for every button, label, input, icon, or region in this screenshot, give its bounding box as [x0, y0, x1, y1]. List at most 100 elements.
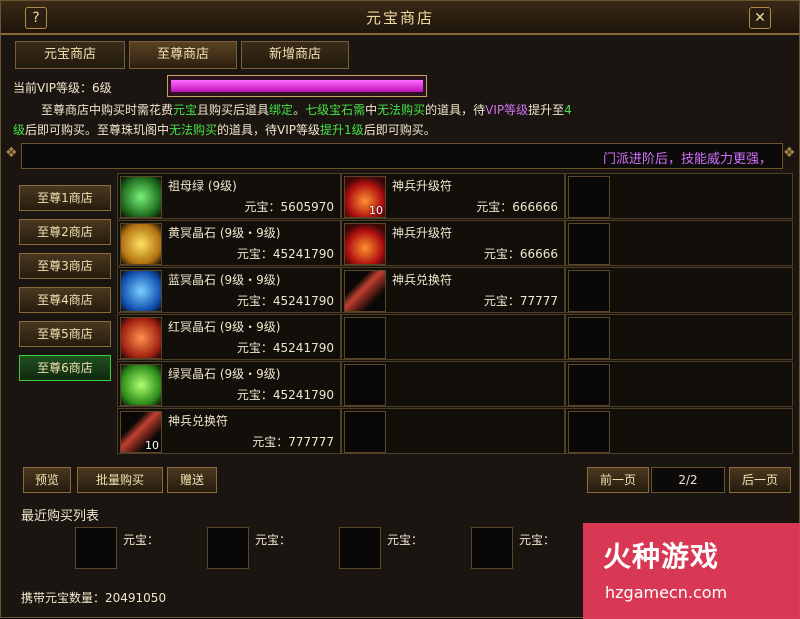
empty-slot: [344, 411, 386, 453]
fire-rune-icon: 10: [344, 176, 386, 218]
sidebar-item-shop-1[interactable]: 至尊1商店: [19, 185, 111, 211]
shop-item[interactable]: 祖母绿 (9级) 元宝：5605970: [117, 173, 341, 219]
item-price: 元宝：45241790: [236, 341, 334, 355]
tab-zhizun-shop[interactable]: 至尊商店: [129, 41, 237, 69]
tab-yuanbao-shop[interactable]: 元宝商店: [15, 41, 125, 69]
sidebar-item-shop-3[interactable]: 至尊3商店: [19, 253, 111, 279]
item-name: 红冥晶石 (9级・9级): [168, 320, 281, 334]
item-name: 神兵兑换符: [392, 273, 453, 287]
watermark-logo-text: 火种游戏: [603, 540, 720, 573]
recent-item-slot[interactable]: [207, 527, 249, 569]
next-page-button[interactable]: 后一页: [729, 467, 791, 493]
shop-item[interactable]: 蓝冥晶石 (9级・9级) 元宝：45241790: [117, 267, 341, 313]
empty-item-slot: [341, 314, 565, 360]
gift-button[interactable]: 赠送: [167, 467, 217, 493]
yellow-crystal-icon: [120, 223, 162, 265]
empty-slot: [344, 317, 386, 359]
sidebar-item-shop-5[interactable]: 至尊5商店: [19, 321, 111, 347]
sidebar-item-shop-6[interactable]: 至尊6商店: [19, 355, 111, 381]
notice-text: 至尊商店中购买时需花费: [41, 103, 174, 117]
empty-slot: [568, 270, 610, 312]
shop-item[interactable]: 10 神兵兑换符 元宝：777777: [117, 408, 341, 454]
green-crystal-icon: [120, 364, 162, 406]
notice-highlight: 级: [13, 123, 26, 137]
carried-yuanbao: 携带元宝数量：20491050: [21, 591, 167, 605]
sidebar-item-shop-4[interactable]: 至尊4商店: [19, 287, 111, 313]
item-grid: 祖母绿 (9级) 元宝：5605970 黄冥晶石 (9级・9级) 元宝：4524…: [117, 173, 793, 455]
notice-line-2: 级后即可购买。至尊珠玑阁中无法购买的道具，待VIP等级提升1级后即可购买。: [13, 120, 793, 140]
shop-item[interactable]: 红冥晶石 (9级・9级) 元宝：45241790: [117, 314, 341, 360]
shop-item[interactable]: 10 神兵升级符 元宝：666666: [341, 173, 565, 219]
item-count: 10: [369, 204, 383, 217]
item-name: 蓝冥晶石 (9级・9级): [168, 273, 281, 287]
shop-item[interactable]: 绿冥晶石 (9级・9级) 元宝：45241790: [117, 361, 341, 407]
empty-item-slot: [565, 361, 793, 407]
empty-slot: [568, 411, 610, 453]
shop-item[interactable]: 黄冥晶石 (9级・9级) 元宝：45241790: [117, 220, 341, 266]
fire-rune-icon: [344, 223, 386, 265]
close-button[interactable]: ✕: [749, 7, 771, 29]
recent-item-price: 元宝：: [123, 533, 160, 547]
shop-item[interactable]: 神兵兑换符 元宝：77777: [341, 267, 565, 313]
tab-new-shop[interactable]: 新增商店: [241, 41, 349, 69]
prev-page-button[interactable]: 前一页: [587, 467, 649, 493]
scroll-icon: [344, 270, 386, 312]
sidebar-item-shop-2[interactable]: 至尊2商店: [19, 219, 111, 245]
notice-highlight: 绑定: [269, 103, 294, 117]
bulk-buy-button[interactable]: 批量购买: [77, 467, 163, 493]
item-price: 元宝：666666: [476, 200, 558, 214]
item-price: 元宝：45241790: [236, 247, 334, 261]
empty-item-slot: [565, 220, 793, 266]
notice-text: 后即可购买。: [363, 123, 436, 137]
notice-text: 中: [365, 103, 378, 117]
notice-text: 后即可购买。至尊珠玑阁中: [25, 123, 170, 137]
notice-text: 的道具，待: [425, 103, 486, 117]
item-price: 元宝：77777: [483, 294, 558, 308]
empty-slot: [568, 176, 610, 218]
notice-line-1: 至尊商店中购买时需花费元宝且购买后道具绑定。七级宝石需中无法购买的道具，待VIP…: [13, 100, 800, 120]
empty-item-slot: [565, 173, 793, 219]
empty-slot: [344, 364, 386, 406]
notice-highlight: 无法购买: [169, 123, 218, 137]
empty-slot: [568, 317, 610, 359]
item-name: 神兵兑换符: [168, 414, 229, 428]
marquee-text: 门派进阶后，技能威力更强，: [602, 152, 772, 167]
page-indicator: 2/2: [651, 467, 725, 493]
title-bar: ? 元宝商店 ✕: [1, 1, 799, 35]
watermark-url: hzgamecn.com: [605, 583, 728, 602]
recent-item-price: 元宝：: [255, 533, 292, 547]
empty-item-slot: [565, 408, 793, 454]
recent-item-slot[interactable]: [471, 527, 513, 569]
notice-highlight: 4: [564, 103, 572, 117]
notice-highlight: 无法购买: [377, 103, 426, 117]
empty-item-slot: [565, 267, 793, 313]
recent-item-price: 元宝：: [519, 533, 556, 547]
ornament-left-icon: ❖: [5, 145, 18, 161]
item-name: 绿冥晶石 (9级・9级): [168, 367, 281, 381]
notice-highlight: 提升1级: [320, 123, 364, 137]
item-name: 黄冥晶石 (9级・9级): [168, 226, 281, 240]
red-crystal-icon: [120, 317, 162, 359]
notice-text: 的道具，待VIP等级: [217, 123, 321, 137]
empty-item-slot: [341, 361, 565, 407]
empty-item-slot: [565, 314, 793, 360]
item-price: 元宝：66666: [483, 247, 558, 261]
vip-progress-fill: [171, 80, 423, 92]
empty-slot: [568, 364, 610, 406]
shop-window: ? 元宝商店 ✕ 元宝商店 至尊商店 新增商店 当前VIP等级：6级 至尊商店中…: [0, 0, 800, 619]
blue-crystal-icon: [120, 270, 162, 312]
item-name: 祖母绿 (9级): [168, 179, 237, 193]
shop-item[interactable]: 神兵升级符 元宝：66666: [341, 220, 565, 266]
preview-button[interactable]: 预览: [23, 467, 71, 493]
recent-item-slot[interactable]: [75, 527, 117, 569]
item-price: 元宝：777777: [252, 435, 334, 449]
notice-highlight: 元宝: [173, 103, 198, 117]
item-count: 10: [145, 439, 159, 452]
recent-item-slot[interactable]: [339, 527, 381, 569]
green-jade-icon: [120, 176, 162, 218]
item-price: 元宝：45241790: [236, 388, 334, 402]
notice-highlight: VIP等级: [485, 103, 529, 117]
recent-purchases-label: 最近购买列表: [21, 509, 100, 524]
vip-progress-bar: [167, 75, 427, 97]
item-name: 神兵升级符: [392, 226, 453, 240]
